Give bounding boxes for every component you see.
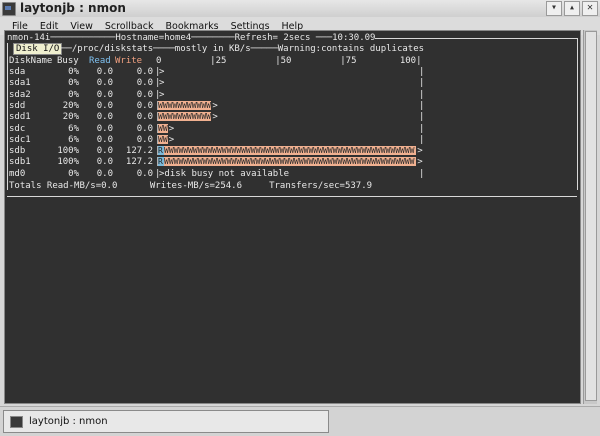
disk-write: 127.2 [125,146,153,157]
write-bar: WWWWWWWWWWWWWWWWWWWWWWWWWWWWWWWWWWWWWWWW… [164,157,417,167]
disk-name: md0 [9,168,26,179]
taskbar-task-button[interactable]: laytonjb : nmon [3,410,329,433]
bar-end-marker: | [419,112,425,123]
taskbar-task-label: laytonjb : nmon [29,416,108,427]
maximize-button[interactable]: ▴ [564,1,580,16]
bar-end-marker: | [419,168,425,179]
disk-read: 0.0 [96,89,113,100]
bar-suffix: > [212,112,218,123]
col-read-header: Read [89,56,111,66]
disk-read: 0.0 [96,157,113,168]
window-title: laytonjb : nmon [20,1,126,15]
disk-read: 0.0 [96,67,113,77]
bar-end-marker: | [419,134,425,145]
disk-name: sdb1 [9,157,31,168]
disk-write: 0.0 [136,134,153,145]
disk-name: sdb [9,146,26,157]
disk-busy: 0% [68,67,79,77]
scrollbar-thumb[interactable] [585,31,597,401]
col-write-header: Write [115,56,143,66]
title-bar: laytonjb : nmon ▾ ▴ ✕ [0,0,600,18]
bar-suffix: > [159,78,165,89]
diskstats-subheader: ──/proc/diskstats────mostly in KB/s─────… [61,44,425,54]
bar-end-marker: | [419,89,425,100]
minimize-button[interactable]: ▾ [546,1,562,16]
bar-suffix: > [417,146,423,157]
disk-name: sda2 [9,89,31,100]
disk-busy: 0% [68,78,79,89]
disk-read: 0.0 [96,100,113,111]
disk-busy: 20% [62,112,79,123]
write-bar: WW [158,123,168,133]
bar-suffix: > [168,123,175,134]
col-busy-header: Busy [57,56,79,66]
bar-end-marker: | [419,123,425,134]
terminal-app-icon[interactable] [2,2,16,16]
write-bar: WW [158,134,168,144]
disk-read: 0.0 [96,123,113,134]
disk-write: 0.0 [136,89,153,100]
disk-busy: 100% [57,146,79,157]
disk-write: 0.0 [136,67,153,77]
disk-busy: 6% [68,134,79,145]
taskbar: laytonjb : nmon [0,406,600,436]
totals-line: Totals Read-MB/s=0.0 Writes-MB/s=254.6 T… [9,181,373,191]
bar-suffix: > [168,134,175,145]
disk-busy: 0% [68,89,79,100]
col-diskname-header: DiskName [9,56,53,66]
nmon-header-line: nmon-14i────────────Hostname=home4──────… [7,33,376,43]
disk-io-tab: Disk I/O [13,43,63,55]
bar-suffix: > [159,89,165,100]
disk-name: sdd [9,100,26,111]
disk-name: sda1 [9,78,31,89]
write-bar: WWWWWWWWWWWWWWWWWWWWWWWWWWWWWWWWWWWWWWWW… [164,146,417,156]
bar-end-marker: | [419,100,425,111]
write-bar: WWWWWWWWWWW [158,112,212,122]
disk-read: 0.0 [96,168,113,179]
box-bottom-border [7,196,577,197]
terminal-area[interactable]: nmon-14i────────────Hostname=home4──────… [4,30,581,404]
disk-write: 0.0 [136,123,153,134]
close-button[interactable]: ✕ [582,1,598,16]
box-left-border [7,38,8,190]
disk-write: 0.0 [136,168,153,179]
bar-end-marker: | [419,67,425,77]
disk-name: sda [9,67,26,77]
disk-write: 0.0 [136,112,153,123]
box-right-border [577,38,578,190]
disk-read: 0.0 [96,112,113,123]
disk-read: 0.0 [96,78,113,89]
bar-suffix: > [159,67,165,77]
disk-busy: 20% [62,100,79,111]
scale-line: 0 |25 |50 |75 100| [156,56,422,66]
disk-name: sdd1 [9,112,31,123]
disk-write: 0.0 [136,78,153,89]
disk-busy: 6% [68,123,79,134]
disk-name: sdc [9,123,26,134]
disk-read: 0.0 [96,134,113,145]
disk-write: 127.2 [125,157,153,168]
bar-suffix: > [212,100,218,111]
disk-read: 0.0 [96,146,113,157]
disk-busy: 0% [68,168,79,179]
disk-write: 0.0 [136,100,153,111]
disk-name: sdc1 [9,134,31,145]
bar-suffix: >disk busy not available [159,168,290,179]
write-bar: WWWWWWWWWWW [158,100,212,110]
terminal-scrollbar[interactable] [583,30,597,404]
terminal-task-icon [10,415,23,428]
bar-suffix: > [417,157,423,168]
bar-end-marker: | [419,78,425,89]
disk-busy: 100% [57,157,79,168]
